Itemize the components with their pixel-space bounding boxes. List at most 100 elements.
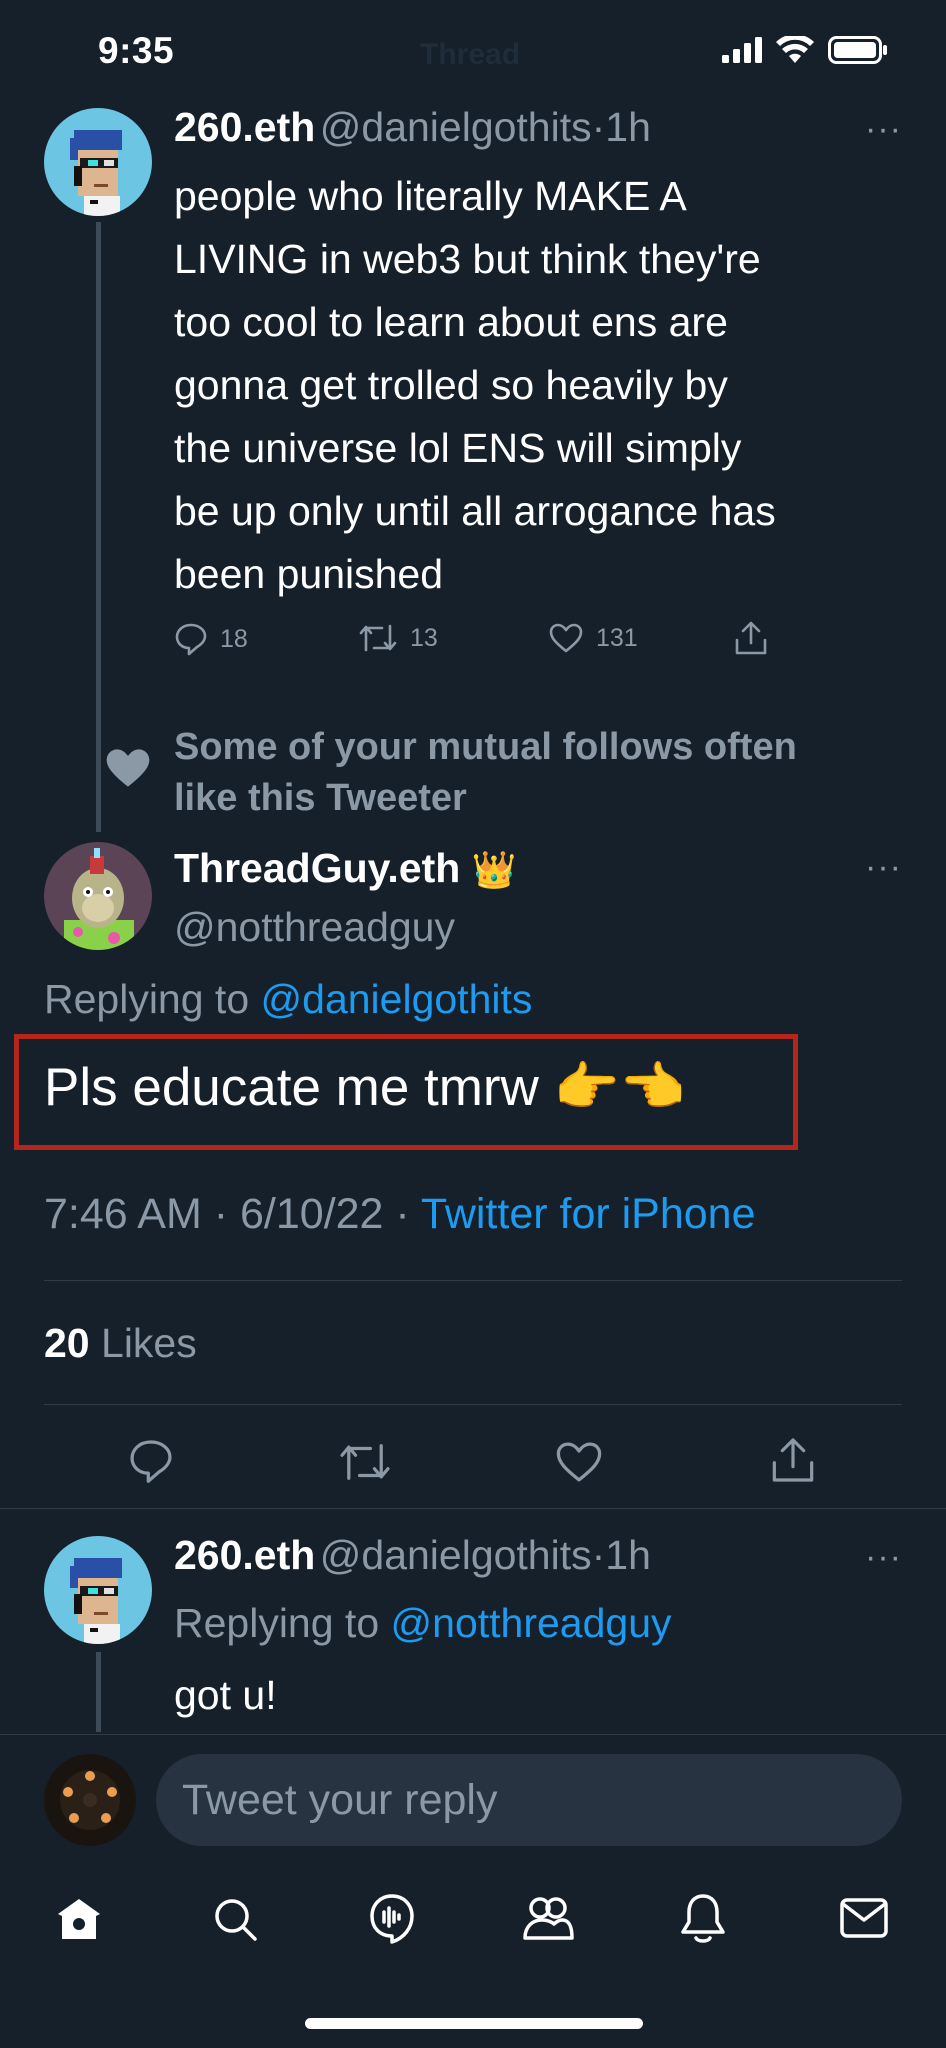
heart-icon [556,1442,602,1482]
reply-button[interactable] [128,1438,174,1489]
replying-to-mention[interactable]: @notthreadguy [391,1600,672,1646]
more-options-icon[interactable]: ··· [865,848,902,887]
author-name[interactable]: 260.eth [174,104,315,150]
messages-icon [840,1898,888,1938]
like-action[interactable]: 131 [548,622,638,654]
reply-tweet-header: 260.eth @danielgothits·1h [174,1532,651,1579]
tweet-line: the universe lol ENS will simply [174,425,742,471]
tab-notifications[interactable] [678,1890,728,1951]
ape-avatar-image [44,842,152,950]
retweet-count: 13 [410,623,438,652]
home-icon [58,1899,100,1939]
tweet1-text: people who literally MAKE A LIVING in we… [174,165,776,606]
avatar-threadguy[interactable] [44,842,152,950]
tab-search[interactable] [210,1894,260,1949]
reply-count: 18 [220,624,248,653]
battery-icon [828,36,887,64]
main-author-handle[interactable]: @notthreadguy [174,904,455,951]
tweet-line: people who literally MAKE A [174,173,687,219]
status-time: 9:35 [98,30,175,71]
replying-prefix: Replying to [44,976,250,1022]
tweet-time: 7:46 AM [44,1190,202,1238]
search-icon [215,1899,257,1941]
reply-placeholder: Tweet your reply [182,1775,498,1824]
social-heart-icon [104,746,152,795]
home-indicator [305,2018,643,2029]
like-count: 131 [596,623,638,652]
retweet-icon [340,1444,390,1480]
punk-avatar-image [44,1536,152,1644]
tweet-time: 1h [605,104,651,150]
reply-tweet-text: got u! [174,1672,277,1718]
author-name[interactable]: ThreadGuy.eth [174,845,460,891]
retweet-action[interactable]: 13 [358,622,438,654]
punk-avatar-image [44,108,152,216]
spaces-icon [370,1894,414,1944]
divider [0,1734,946,1735]
share-button[interactable] [770,1436,816,1489]
tab-messages[interactable] [838,1896,890,1945]
avatar-260eth[interactable] [44,1536,152,1644]
divider [0,1508,946,1509]
social-context: Some of your mutual follows often like t… [174,722,797,824]
tweet1-header: 260.eth @danielgothits·1h [174,104,651,151]
profile-image [44,1754,136,1846]
reply-input[interactable]: Tweet your reply [156,1754,902,1846]
main-tweet-text: Pls educate me tmrw 👉👈 [44,1058,686,1117]
ghost-nav-title: Thread [420,38,521,71]
author-handle[interactable]: @danielgothits [320,1532,592,1578]
replying-to: Replying to @notthreadguy [174,1600,672,1647]
more-options-icon[interactable]: ··· [865,110,902,149]
likes-summary[interactable]: 20 Likes [44,1320,197,1367]
author-name[interactable]: 260.eth [174,1532,315,1578]
reply-icon [175,623,207,656]
my-avatar[interactable] [44,1754,136,1846]
reply-action[interactable]: 18 [174,622,248,656]
tab-spaces[interactable] [366,1892,418,1951]
avatar-260eth[interactable] [44,108,152,216]
reply-icon [130,1440,172,1483]
separator-dot: · [213,1190,229,1238]
tweet-line: gonna get trolled so heavily by [174,362,728,408]
notifications-icon [681,1894,725,1943]
retweet-icon [359,624,397,652]
thread-line [96,1652,101,1732]
heart-icon [549,623,583,653]
thread-line [96,222,101,832]
tab-communities[interactable] [520,1892,576,1951]
signal-icon [722,37,762,63]
share-icon [772,1438,814,1482]
separator-dot: · [395,1190,410,1238]
tweet-metadata: 7:46 AM · 6/10/22 · Twitter for iPhone [44,1190,756,1239]
divider [44,1404,902,1405]
retweet-button[interactable] [338,1440,392,1489]
main-author-name[interactable]: ThreadGuy.eth 👑 [174,845,517,892]
replying-to-mention[interactable]: @danielgothits [261,976,533,1022]
separator-dot: · [591,1532,606,1578]
tweet-source-link[interactable]: Twitter for iPhone [421,1190,756,1238]
communities-icon [523,1897,574,1940]
tab-home[interactable] [54,1894,104,1949]
crown-badge-icon: 👑 [471,849,517,890]
tweet-line: been punished [174,551,444,597]
social-context-line: like this Tweeter [174,777,467,819]
replying-to: Replying to @danielgothits [44,976,532,1023]
separator-dot: · [591,104,606,150]
share-icon [735,621,767,655]
replying-prefix: Replying to [174,1600,380,1646]
likes-count: 20 [44,1320,90,1366]
tweet-date: 6/10/22 [240,1190,384,1238]
social-context-line: Some of your mutual follows often [174,726,797,768]
wifi-icon [776,36,814,63]
status-icons [722,36,888,64]
tweet-line: be up only until all arrogance has [174,488,776,534]
tweet-time: 1h [605,1532,651,1578]
like-button[interactable] [554,1440,604,1489]
more-options-icon[interactable]: ··· [865,1538,902,1577]
divider [44,1280,902,1281]
tweet-line: LIVING in web3 but think they're [174,236,761,282]
share-action[interactable] [734,620,768,656]
tweet-line: too cool to learn about ens are [174,299,728,345]
author-handle[interactable]: @danielgothits [320,104,592,150]
likes-label: Likes [101,1320,197,1366]
